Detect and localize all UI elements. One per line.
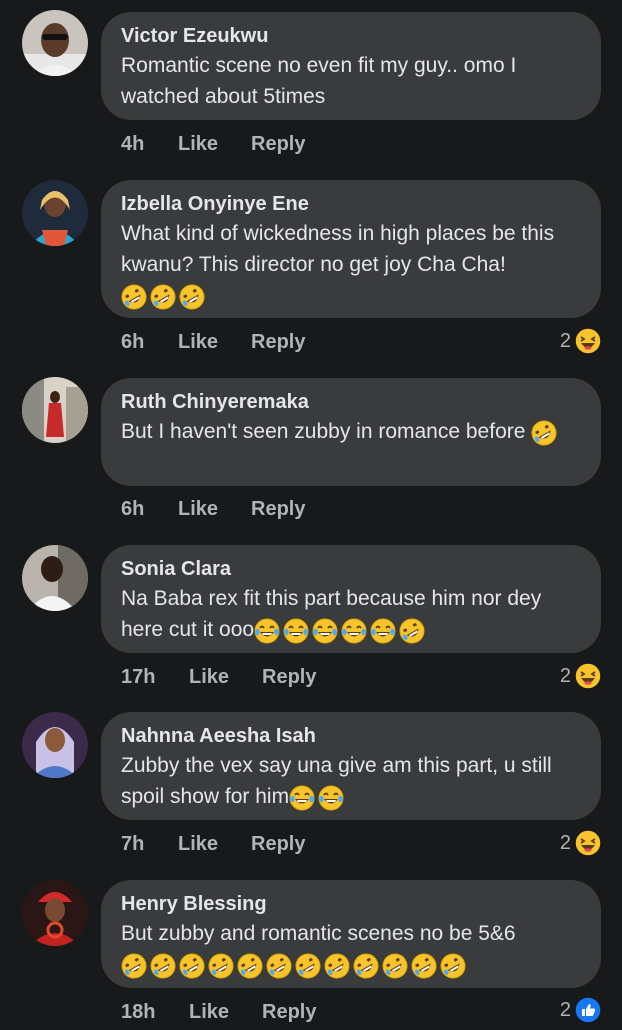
rolling-laugh-emoji-icon: [531, 420, 557, 446]
avatar[interactable]: [22, 180, 88, 246]
comment-text: But I haven't seen zubby in romance befo…: [121, 416, 581, 448]
reaction-summary[interactable]: 2: [560, 326, 602, 356]
haha-icon: [574, 662, 602, 690]
reaction-count: 2: [559, 664, 571, 687]
comment-bubble: Henry Blessing But zubby and romantic sc…: [101, 880, 601, 988]
reply-button[interactable]: Reply: [262, 1001, 316, 1024]
like-icon: [574, 996, 602, 1024]
comment-time[interactable]: 6h: [121, 331, 178, 354]
comment-time[interactable]: 6h: [121, 498, 178, 521]
commenter-name[interactable]: Ruth Chinyeremaka: [121, 390, 581, 414]
rolling-laugh-emoji-icon: [150, 284, 176, 310]
rolling-laugh-emoji-icon: [121, 953, 147, 979]
reaction-summary[interactable]: 2: [560, 661, 602, 691]
tears-of-joy-emoji-icon: [341, 618, 367, 644]
like-button[interactable]: Like: [178, 133, 251, 156]
rolling-laugh-emoji-icon: [295, 953, 321, 979]
rolling-laugh-emoji-icon: [179, 953, 205, 979]
avatar[interactable]: [22, 10, 88, 76]
comment-actions: 7h Like Reply: [121, 830, 305, 858]
reply-button[interactable]: Reply: [251, 331, 305, 354]
haha-icon: [574, 327, 602, 355]
rolling-laugh-emoji-icon: [179, 284, 205, 310]
rolling-laugh-emoji-icon: [150, 953, 176, 979]
reaction-count: 2: [559, 329, 571, 352]
reply-button[interactable]: Reply: [262, 666, 316, 689]
rolling-laugh-emoji-icon: [121, 284, 147, 310]
tears-of-joy-emoji-icon: [318, 785, 344, 811]
like-button[interactable]: Like: [178, 833, 251, 856]
avatar[interactable]: [22, 545, 88, 611]
rolling-laugh-emoji-icon: [324, 953, 350, 979]
comment-text: But zubby and romantic scenes no be 5&6: [121, 918, 581, 981]
like-button[interactable]: Like: [178, 498, 251, 521]
rolling-laugh-emoji-icon: [399, 618, 425, 644]
tears-of-joy-emoji-icon: [283, 618, 309, 644]
commenter-name[interactable]: Sonia Clara: [121, 557, 581, 581]
avatar[interactable]: [22, 377, 88, 443]
comment-time[interactable]: 7h: [121, 833, 178, 856]
comment-actions: 4h Like Reply: [121, 130, 305, 158]
rolling-laugh-emoji-icon: [382, 953, 408, 979]
comment-text: Zubby the vex say una give am this part,…: [121, 750, 581, 813]
comment-bubble: Izbella Onyinye Ene What kind of wickedn…: [101, 180, 601, 318]
tears-of-joy-emoji-icon: [254, 618, 280, 644]
comment-text: What kind of wickedness in high places b…: [121, 218, 581, 312]
like-button[interactable]: Like: [189, 1001, 262, 1024]
tears-of-joy-emoji-icon: [289, 785, 315, 811]
reaction-count: 2: [559, 998, 571, 1021]
avatar[interactable]: [22, 880, 88, 946]
rolling-laugh-emoji-icon: [266, 953, 292, 979]
tears-of-joy-emoji-icon: [312, 618, 338, 644]
rolling-laugh-emoji-icon: [208, 953, 234, 979]
avatar[interactable]: [22, 712, 88, 778]
rolling-laugh-emoji-icon: [353, 953, 379, 979]
comment-actions: 6h Like Reply: [121, 495, 305, 523]
comment-text: Na Baba rex fit this part because him no…: [121, 583, 581, 646]
like-button[interactable]: Like: [178, 331, 251, 354]
commenter-name[interactable]: Henry Blessing: [121, 892, 581, 916]
tears-of-joy-emoji-icon: [370, 618, 396, 644]
reaction-count: 2: [559, 831, 571, 854]
comment-bubble: Victor Ezeukwu Romantic scene no even fi…: [101, 12, 601, 120]
reply-button[interactable]: Reply: [251, 833, 305, 856]
reaction-summary[interactable]: 2: [560, 995, 602, 1025]
comment-actions: 18h Like Reply: [121, 998, 316, 1026]
like-button[interactable]: Like: [189, 666, 262, 689]
commenter-name[interactable]: Victor Ezeukwu: [121, 24, 581, 48]
comment-text: Romantic scene no even fit my guy.. omo …: [121, 54, 517, 108]
rolling-laugh-emoji-icon: [411, 953, 437, 979]
haha-icon: [574, 829, 602, 857]
comment-time[interactable]: 18h: [121, 1001, 189, 1024]
comment-bubble: Ruth Chinyeremaka But I haven't seen zub…: [101, 378, 601, 486]
commenter-name[interactable]: Nahnna Aeesha Isah: [121, 724, 581, 748]
comment-time[interactable]: 17h: [121, 666, 189, 689]
comment-actions: 6h Like Reply: [121, 328, 305, 356]
comment-bubble: Nahnna Aeesha Isah Zubby the vex say una…: [101, 712, 601, 820]
reaction-summary[interactable]: 2: [560, 828, 602, 858]
commenter-name[interactable]: Izbella Onyinye Ene: [121, 192, 581, 216]
comment-actions: 17h Like Reply: [121, 663, 316, 691]
rolling-laugh-emoji-icon: [440, 953, 466, 979]
reply-button[interactable]: Reply: [251, 133, 305, 156]
comment-time[interactable]: 4h: [121, 133, 178, 156]
comment-bubble: Sonia Clara Na Baba rex fit this part be…: [101, 545, 601, 653]
rolling-laugh-emoji-icon: [237, 953, 263, 979]
reply-button[interactable]: Reply: [251, 498, 305, 521]
